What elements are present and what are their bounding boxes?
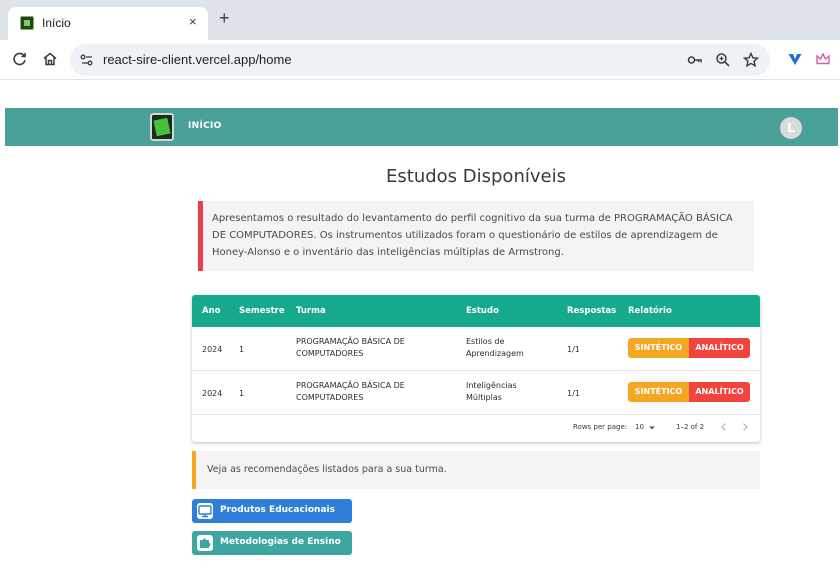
produtos-educacionais-label: Produtos Educacionais [220,505,335,515]
recommendation-callout: Veja as recomendações listados para a su… [192,451,760,489]
table-row: 2024 1 PROGRAMAÇÃO BÁSICA DE COMPUTADORE… [192,371,760,415]
col-header-semestre[interactable]: Semestre [239,306,285,316]
user-avatar[interactable]: L [780,117,802,139]
prev-page-icon[interactable] [720,422,728,432]
sintetico-button[interactable]: SINTÉTICO [628,338,689,358]
col-header-estudo[interactable]: Estudo [466,306,499,316]
tab-title: Início [42,16,71,30]
address-bar[interactable]: react-sire-client.vercel.app/home [70,44,770,76]
cell-ano: 2024 [202,389,223,398]
table-row: 2024 1 PROGRAMAÇÃO BÁSICA DE COMPUTADORE… [192,327,760,371]
cell-estudo-line2: Aprendizagem [466,349,524,358]
produtos-educacionais-button[interactable]: Produtos Educacionais [192,499,352,523]
metodologias-de-ensino-button[interactable]: Metodologias de Ensino [192,531,352,555]
cell-turma-line1: PROGRAMAÇÃO BÁSICA DE [296,337,405,346]
col-header-respostas[interactable]: Respostas [567,306,616,316]
browser-tab-strip: Início × + [0,0,840,40]
cell-turma-line2: COMPUTADORES [296,349,364,358]
home-icon[interactable] [41,50,59,68]
analitico-button[interactable]: ANALÍTICO [689,382,750,402]
cell-respostas: 1/1 [567,345,580,354]
browser-toolbar: react-sire-client.vercel.app/home [0,40,840,80]
cell-ano: 2024 [202,345,223,354]
metodologias-de-ensino-label: Metodologias de Ensino [220,537,341,547]
nav-inicio-link[interactable]: INÍCIO [188,121,222,131]
cell-turma-line2: COMPUTADORES [296,393,364,402]
extension-crown-icon[interactable] [814,50,832,68]
zoom-icon[interactable] [714,51,732,69]
intro-text: Apresentamos o resultado do levantamento… [212,213,733,258]
sintetico-button[interactable]: SINTÉTICO [628,382,689,402]
rows-per-page-select[interactable]: 10 [635,423,644,431]
site-settings-icon[interactable] [78,51,96,69]
password-key-icon[interactable] [686,51,704,69]
cell-estudo-line2: Múltiplas [466,393,502,402]
cell-respostas: 1/1 [567,389,580,398]
page-title: Estudos Disponíveis [386,166,566,187]
dropdown-arrow-icon[interactable] [648,425,656,431]
cell-turma-line1: PROGRAMAÇÃO BÁSICA DE [296,381,405,390]
monitor-icon [197,503,213,519]
next-page-icon[interactable] [741,422,749,432]
intro-callout: Apresentamos o resultado do levantamento… [198,201,754,271]
app-header: INÍCIO L [5,108,838,146]
sire-logo[interactable] [150,113,174,141]
logo-mark-icon [153,117,171,137]
tab-close-icon[interactable]: × [189,14,197,29]
reload-icon[interactable] [11,50,29,68]
puzzle-icon [197,535,213,551]
studies-table: Ano Semestre Turma Estudo Respostas Rela… [192,295,760,442]
bookmark-star-icon[interactable] [742,51,760,69]
pagination-range: 1–2 of 2 [676,423,705,431]
rows-per-page-label: Rows per page: [573,423,628,431]
col-header-relatorio[interactable]: Relatório [628,306,672,316]
new-tab-icon[interactable]: + [219,9,230,27]
cell-semestre: 1 [239,389,245,398]
extension-v-icon[interactable] [786,50,804,68]
cell-semestre: 1 [239,345,245,354]
browser-tab[interactable]: Início × [8,7,208,40]
col-header-turma[interactable]: Turma [296,306,326,316]
site-favicon-icon [20,16,34,30]
cell-estudo-line1: Estilos de [466,337,505,346]
cell-estudo-line1: Inteligências [466,381,517,390]
table-header: Ano Semestre Turma Estudo Respostas Rela… [192,295,760,327]
recommendation-text: Veja as recomendações listados para a su… [207,464,447,475]
url-text: react-sire-client.vercel.app/home [103,52,292,67]
analitico-button[interactable]: ANALÍTICO [689,338,750,358]
col-header-ano[interactable]: Ano [202,306,220,316]
